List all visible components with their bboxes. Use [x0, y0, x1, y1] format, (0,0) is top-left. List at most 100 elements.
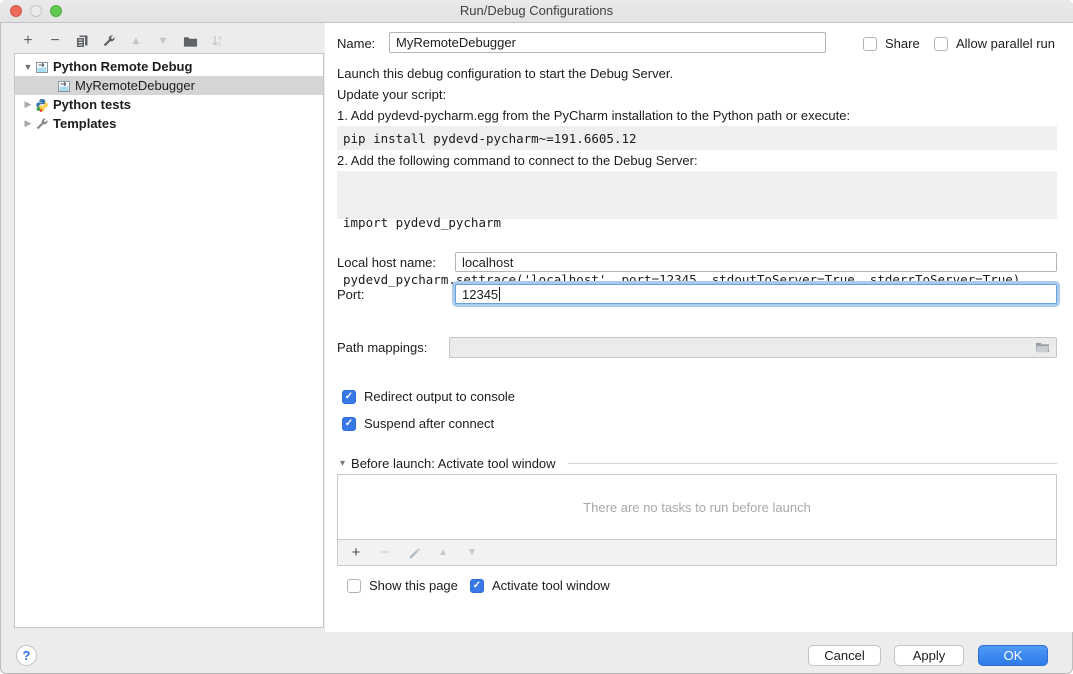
activate-tool-window-checkbox[interactable]: ✓: [470, 579, 484, 593]
tree-collapsed-arrow-icon[interactable]: ▶: [21, 99, 35, 111]
task-list-toolbar: + − ▲ ▼: [337, 540, 1057, 566]
remove-configuration-button[interactable]: −: [47, 33, 63, 49]
move-down-button: ▼: [155, 33, 171, 49]
tree-expanded-arrow-icon[interactable]: ▼: [21, 62, 35, 72]
window-title: Run/Debug Configurations: [0, 0, 1073, 21]
allow-parallel-run-label[interactable]: Allow parallel run: [956, 36, 1055, 51]
sort-configurations-button: az: [209, 33, 225, 49]
configurations-toolbar: + − ▲ ▼ az: [20, 31, 225, 51]
new-folder-button[interactable]: [182, 33, 198, 49]
add-configuration-button[interactable]: +: [20, 33, 36, 49]
plus-icon: +: [352, 545, 361, 561]
configurations-tree: ▼ Python Remote Debug MyRemoteDebugger ▶…: [14, 53, 324, 628]
activate-tool-window-label[interactable]: Activate tool window: [492, 578, 610, 593]
tree-item-label: Templates: [53, 116, 116, 131]
share-label[interactable]: Share: [885, 36, 920, 51]
port-input[interactable]: 12345: [455, 284, 1057, 304]
text-caret: [499, 287, 500, 301]
settrace-code-block: import pydevd_pycharm pydevd_pycharm.set…: [337, 171, 1057, 219]
move-task-up-button: ▲: [435, 545, 451, 561]
arrow-down-icon: ▼: [158, 33, 169, 49]
move-task-down-button: ▼: [464, 545, 480, 561]
remote-debug-config-icon: [35, 60, 49, 74]
arrow-up-icon: ▲: [438, 545, 448, 561]
wrench-icon: [102, 34, 116, 48]
edit-task-button: [406, 545, 422, 561]
apply-button[interactable]: Apply: [894, 645, 964, 666]
check-icon: ✓: [345, 419, 353, 429]
code-line-1: import pydevd_pycharm: [343, 213, 1051, 232]
tree-item-label: MyRemoteDebugger: [75, 78, 195, 93]
svg-text:z: z: [218, 42, 221, 48]
name-label: Name:: [337, 36, 375, 52]
ok-button[interactable]: OK: [978, 645, 1048, 666]
empty-tasks-text: There are no tasks to run before launch: [583, 500, 811, 515]
suspend-after-connect-row: ✓ Suspend after connect: [342, 416, 494, 431]
intro-line-1: Launch this debug configuration to start…: [337, 66, 673, 81]
arrow-down-icon: ▼: [467, 545, 477, 561]
step1-text: 1. Add pydevd-pycharm.egg from the PyCha…: [337, 108, 850, 123]
remove-task-button: −: [377, 545, 393, 561]
copy-configuration-button[interactable]: [74, 33, 90, 49]
window-controls: [10, 5, 62, 17]
name-value: MyRemoteDebugger: [396, 35, 516, 50]
titlebar: Run/Debug Configurations: [0, 0, 1073, 23]
copy-icon: [75, 34, 89, 48]
name-input[interactable]: MyRemoteDebugger: [389, 32, 826, 53]
before-launch-section-header: ▾ Before launch: Activate tool window: [340, 456, 1057, 471]
add-task-button[interactable]: +: [348, 545, 364, 561]
show-this-page-label[interactable]: Show this page: [369, 578, 458, 593]
show-this-page-checkbox[interactable]: [347, 579, 361, 593]
question-mark-icon: ?: [23, 648, 31, 663]
redirect-output-checkbox[interactable]: ✓: [342, 390, 356, 404]
cancel-button[interactable]: Cancel: [808, 645, 881, 666]
local-host-name-label: Local host name:: [337, 255, 436, 271]
local-host-name-input[interactable]: localhost: [455, 252, 1057, 272]
svg-text:a: a: [218, 36, 222, 42]
local-host-name-value: localhost: [462, 255, 513, 270]
browse-folder-icon[interactable]: [1035, 341, 1050, 354]
tree-collapsed-arrow-icon[interactable]: ▶: [21, 118, 35, 130]
edit-templates-button[interactable]: [101, 33, 117, 49]
suspend-after-connect-checkbox[interactable]: ✓: [342, 417, 356, 431]
close-window-button[interactable]: [10, 5, 22, 17]
tree-item-label: Python tests: [53, 97, 131, 112]
port-value: 12345: [462, 287, 498, 302]
minus-icon: −: [50, 33, 59, 49]
path-mappings-label: Path mappings:: [337, 340, 427, 356]
tree-item-myremotedebugger[interactable]: MyRemoteDebugger: [15, 76, 323, 95]
port-label: Port:: [337, 287, 364, 303]
intro-line-2: Update your script:: [337, 87, 446, 102]
zoom-window-button[interactable]: [50, 5, 62, 17]
before-launch-task-list: There are no tasks to run before launch: [337, 474, 1057, 540]
redirect-output-row: ✓ Redirect output to console: [342, 389, 515, 404]
templates-wrench-icon: [35, 117, 49, 131]
show-this-page-row: Show this page: [347, 578, 458, 593]
apply-button-label: Apply: [913, 648, 946, 663]
new-folder-icon: [183, 34, 198, 49]
tree-item-templates[interactable]: ▶ Templates: [15, 114, 323, 133]
allow-parallel-run-checkbox-row: Allow parallel run: [934, 36, 1055, 51]
help-button[interactable]: ?: [16, 645, 37, 666]
run-debug-configurations-dialog: Run/Debug Configurations + − ▲ ▼ az ▼ Py…: [0, 0, 1073, 674]
share-checkbox[interactable]: [863, 37, 877, 51]
activate-tool-window-row: ✓ Activate tool window: [470, 578, 610, 593]
tree-item-python-remote-debug[interactable]: ▼ Python Remote Debug: [15, 57, 323, 76]
tree-item-label: Python Remote Debug: [53, 59, 192, 74]
remote-debug-config-icon: [57, 79, 71, 93]
step2-text: 2. Add the following command to connect …: [337, 153, 698, 168]
allow-parallel-run-checkbox[interactable]: [934, 37, 948, 51]
cancel-button-label: Cancel: [824, 648, 864, 663]
pencil-icon: [408, 546, 421, 559]
tree-item-python-tests[interactable]: ▶ Python tests: [15, 95, 323, 114]
check-icon: ✓: [345, 392, 353, 402]
redirect-output-label[interactable]: Redirect output to console: [364, 389, 515, 404]
pip-install-command: pip install pydevd-pycharm~=191.6605.12: [337, 126, 1057, 150]
path-mappings-input[interactable]: [449, 337, 1057, 358]
collapse-section-arrow-icon[interactable]: ▾: [340, 458, 345, 469]
before-launch-header-label: Before launch: Activate tool window: [351, 456, 556, 471]
minimize-window-button: [30, 5, 42, 17]
arrow-up-icon: ▲: [131, 33, 142, 49]
suspend-after-connect-label[interactable]: Suspend after connect: [364, 416, 494, 431]
ok-button-label: OK: [1004, 648, 1023, 663]
